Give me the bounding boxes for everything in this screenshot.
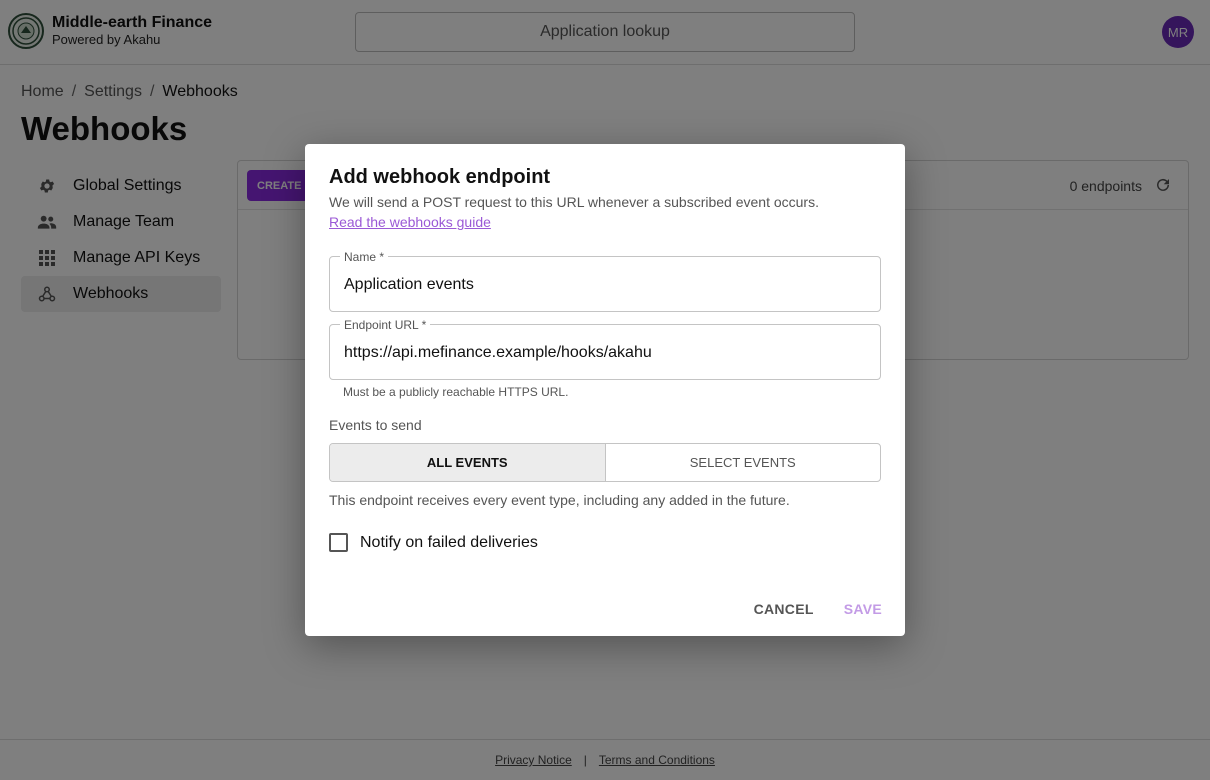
cancel-button[interactable]: CANCEL [754, 601, 814, 617]
notify-failed-row[interactable]: Notify on failed deliveries [329, 533, 538, 552]
webhooks-guide-link[interactable]: Read the webhooks guide [329, 214, 491, 230]
save-button[interactable]: SAVE [844, 601, 882, 617]
dialog-title: Add webhook endpoint [329, 166, 551, 188]
events-to-send-label: Events to send [329, 417, 422, 433]
endpoint-url-field[interactable]: Endpoint URL * https://api.mefinance.exa… [329, 318, 881, 380]
endpoint-url-helper: Must be a publicly reachable HTTPS URL. [343, 385, 569, 399]
dialog-actions: CANCEL SAVE [754, 601, 882, 617]
name-field[interactable]: Name * Application events [329, 250, 881, 312]
notify-failed-checkbox[interactable] [329, 533, 348, 552]
name-field-label: Name * [340, 250, 389, 264]
dialog-description: We will send a POST request to this URL … [329, 194, 819, 210]
notify-failed-label: Notify on failed deliveries [360, 533, 538, 551]
select-events-toggle[interactable]: SELECT EVENTS [606, 444, 881, 481]
endpoint-url-value: https://api.mefinance.example/hooks/akah… [344, 344, 652, 361]
endpoint-url-label: Endpoint URL * [340, 318, 431, 332]
name-field-value: Application events [344, 276, 474, 293]
add-webhook-dialog: Add webhook endpoint We will send a POST… [305, 144, 905, 636]
all-events-toggle[interactable]: ALL EVENTS [330, 444, 606, 481]
events-description: This endpoint receives every event type,… [329, 492, 790, 508]
events-toggle-group: ALL EVENTS SELECT EVENTS [329, 443, 881, 482]
